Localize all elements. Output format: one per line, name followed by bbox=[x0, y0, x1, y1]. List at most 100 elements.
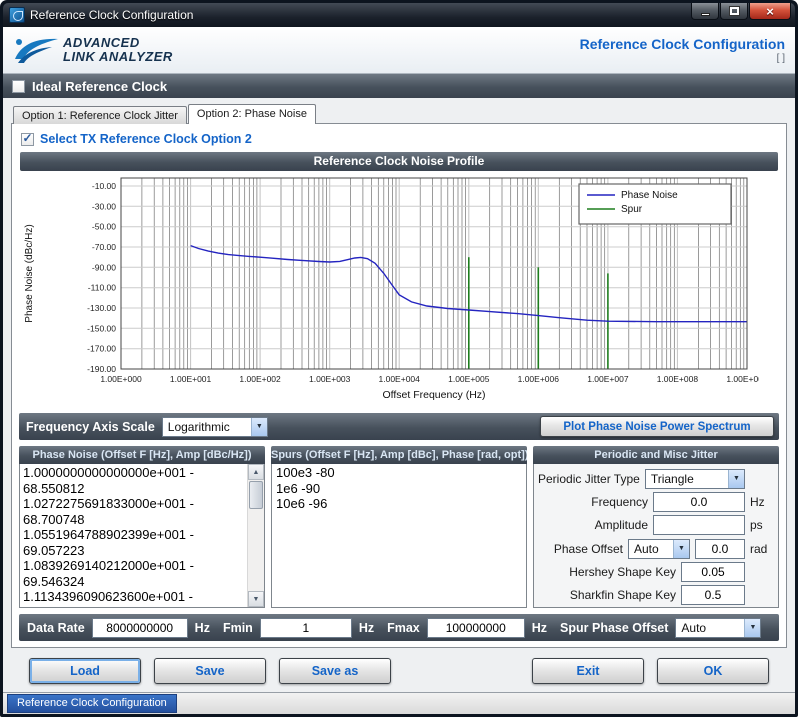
ok-button[interactable]: OK bbox=[657, 658, 769, 684]
main-area: Option 1: Reference Clock JitterOption 2… bbox=[3, 98, 795, 692]
save-as-button[interactable]: Save as bbox=[279, 658, 391, 684]
select-tx-checkbox[interactable] bbox=[21, 133, 34, 146]
load-button[interactable]: Load bbox=[29, 658, 141, 684]
maximize-icon bbox=[730, 7, 739, 15]
svg-text:1.00E+009: 1.00E+009 bbox=[726, 374, 759, 384]
phase-noise-entry[interactable]: 1.0551964788902399e+001 - bbox=[23, 527, 244, 543]
plot-phase-noise-power-spectrum-button[interactable]: Plot Phase Noise Power Spectrum bbox=[540, 416, 774, 437]
phase-noise-entry[interactable]: 68.550812 bbox=[23, 481, 244, 497]
sharkfin-shape-key-row: Sharkfin Shape Key bbox=[538, 585, 774, 606]
tab-option-2[interactable]: Option 2: Phase Noise bbox=[188, 104, 316, 124]
action-buttons-row: Load Save Save as Exit OK bbox=[11, 648, 787, 692]
jitter-frequency-label: Frequency bbox=[538, 495, 648, 509]
svg-text:-150.00: -150.00 bbox=[87, 323, 116, 333]
hershey-shape-key-label: Hershey Shape Key bbox=[538, 565, 676, 579]
data-panels: Phase Noise (Offset F [Hz], Amp [dBc/Hz]… bbox=[19, 446, 779, 608]
status-bar: Reference Clock Configuration bbox=[3, 692, 795, 714]
phase-noise-entry[interactable]: 69.546324 bbox=[23, 574, 244, 590]
jitter-amplitude-row: Amplitude ps bbox=[538, 515, 774, 536]
svg-text:-30.00: -30.00 bbox=[92, 201, 116, 211]
chevron-down-icon: ▼ bbox=[251, 418, 267, 436]
phase-noise-scrollbar[interactable]: ▲ ▼ bbox=[247, 464, 264, 607]
jitter-phase-offset-input[interactable] bbox=[695, 539, 745, 559]
spur-entry[interactable]: 10e6 -96 bbox=[276, 496, 522, 512]
scrollbar-track[interactable] bbox=[248, 480, 264, 591]
svg-text:1.00E+001: 1.00E+001 bbox=[170, 374, 212, 384]
jitter-panel-header: Periodic and Misc Jitter bbox=[533, 446, 779, 464]
rate-settings-bar: Data Rate Hz Fmin Hz Fmax Hz Spur Phase … bbox=[19, 614, 779, 641]
chart-title: Reference Clock Noise Profile bbox=[20, 152, 778, 171]
phase-noise-list[interactable]: 1.0000000000000000e+001 -68.5508121.0272… bbox=[20, 464, 247, 607]
fmin-input[interactable] bbox=[260, 618, 352, 638]
periodic-jitter-type-dropdown[interactable]: Triangle ▼ bbox=[645, 469, 745, 489]
option2-tab-panel: Select TX Reference Clock Option 2 Refer… bbox=[11, 123, 787, 648]
spur-entry[interactable]: 1e6 -90 bbox=[276, 481, 522, 497]
svg-text:Spur: Spur bbox=[621, 204, 643, 215]
sharkfin-shape-key-input[interactable] bbox=[681, 585, 745, 605]
phase-noise-panel-body: 1.0000000000000000e+001 -68.5508121.0272… bbox=[19, 464, 265, 608]
header-right: Reference Clock Configuration [ ] bbox=[580, 36, 785, 64]
frequency-axis-scale-dropdown[interactable]: Logarithmic ▼ bbox=[162, 417, 268, 437]
ideal-reference-clock-checkbox[interactable] bbox=[12, 80, 25, 93]
jitter-type-row: Periodic Jitter Type Triangle ▼ bbox=[538, 468, 774, 489]
svg-text:1.00E+007: 1.00E+007 bbox=[587, 374, 629, 384]
ideal-reference-clock-label: Ideal Reference Clock bbox=[32, 79, 167, 94]
exit-button[interactable]: Exit bbox=[532, 658, 644, 684]
scroll-up-icon[interactable]: ▲ bbox=[248, 464, 264, 480]
brand-line1: ADVANCED bbox=[63, 36, 173, 50]
spur-phase-offset-dropdown[interactable]: Auto ▼ bbox=[675, 618, 761, 638]
phase-noise-entry[interactable]: 69.057223 bbox=[23, 543, 244, 559]
spurs-panel: Spurs (Offset F [Hz], Amp [dBc], Phase [… bbox=[271, 446, 527, 608]
frequency-axis-scale-value: Logarithmic bbox=[163, 418, 251, 436]
jitter-panel-body: Periodic Jitter Type Triangle ▼ Frequenc… bbox=[533, 464, 779, 608]
spurs-list[interactable]: 100e3 -801e6 -9010e6 -96 bbox=[272, 464, 526, 607]
close-icon: × bbox=[766, 5, 774, 18]
fmax-input[interactable] bbox=[427, 618, 525, 638]
svg-text:-170.00: -170.00 bbox=[87, 344, 116, 354]
phase-noise-entry[interactable]: 1.0272275691833000e+001 - bbox=[23, 496, 244, 512]
phase-noise-entry[interactable]: 1.1134396090623600e+001 - bbox=[23, 589, 244, 605]
maximize-button[interactable] bbox=[720, 3, 748, 20]
jitter-phase-offset-mode-dropdown[interactable]: Auto ▼ bbox=[628, 539, 690, 559]
scrollbar-thumb[interactable] bbox=[249, 481, 263, 509]
select-tx-row: Select TX Reference Clock Option 2 bbox=[19, 129, 779, 149]
svg-text:-130.00: -130.00 bbox=[87, 303, 116, 313]
fmin-unit: Hz bbox=[359, 621, 374, 635]
window-title: Reference Clock Configuration bbox=[30, 8, 193, 22]
phase-noise-panel: Phase Noise (Offset F [Hz], Amp [dBc/Hz]… bbox=[19, 446, 265, 608]
brand-line2: LINK ANALYZER bbox=[63, 50, 173, 64]
titlebar[interactable]: Reference Clock Configuration × bbox=[3, 3, 795, 27]
periodic-misc-jitter-panel: Periodic and Misc Jitter Periodic Jitter… bbox=[533, 446, 779, 608]
phase-noise-chart-container: -10.00-30.00-50.00-70.00-90.00-110.00-13… bbox=[19, 172, 779, 412]
minimize-button[interactable] bbox=[691, 3, 719, 20]
select-tx-label: Select TX Reference Clock Option 2 bbox=[40, 132, 252, 146]
jitter-frequency-input[interactable] bbox=[653, 492, 745, 512]
svg-text:-10.00: -10.00 bbox=[92, 181, 116, 191]
hershey-shape-key-input[interactable] bbox=[681, 562, 745, 582]
tab-option-1[interactable]: Option 1: Reference Clock Jitter bbox=[13, 106, 187, 124]
minimize-icon bbox=[701, 13, 710, 16]
tab-strip: Option 1: Reference Clock JitterOption 2… bbox=[11, 103, 787, 123]
brand-text: ADVANCED LINK ANALYZER bbox=[63, 36, 173, 64]
svg-text:1.00E+006: 1.00E+006 bbox=[518, 374, 560, 384]
brand-logo-icon bbox=[13, 35, 59, 65]
jitter-amplitude-input[interactable] bbox=[653, 515, 745, 535]
data-rate-unit: Hz bbox=[195, 621, 210, 635]
spurs-panel-body: 100e3 -801e6 -9010e6 -96 bbox=[271, 464, 527, 608]
close-button[interactable]: × bbox=[749, 3, 791, 20]
save-button[interactable]: Save bbox=[154, 658, 266, 684]
spur-phase-offset-value: Auto bbox=[676, 619, 744, 637]
phase-noise-panel-header: Phase Noise (Offset F [Hz], Amp [dBc/Hz]… bbox=[19, 446, 265, 464]
data-rate-label: Data Rate bbox=[27, 621, 85, 635]
scroll-down-icon[interactable]: ▼ bbox=[248, 591, 264, 607]
spur-entry[interactable]: 100e3 -80 bbox=[276, 465, 522, 481]
phase-noise-entry[interactable]: 1.0000000000000000e+001 - bbox=[23, 465, 244, 481]
svg-text:Offset Frequency (Hz): Offset Frequency (Hz) bbox=[382, 389, 485, 401]
data-rate-input[interactable] bbox=[92, 618, 188, 638]
ideal-reference-clock-bar: Ideal Reference Clock bbox=[3, 74, 795, 98]
phase-noise-entry[interactable]: 68.700748 bbox=[23, 512, 244, 528]
chevron-down-icon: ▼ bbox=[728, 470, 744, 488]
jitter-phase-offset-row: Phase Offset Auto ▼ rad bbox=[538, 538, 774, 559]
phase-noise-entry[interactable]: 1.0839269140212000e+001 - bbox=[23, 558, 244, 574]
brand: ADVANCED LINK ANALYZER bbox=[13, 35, 173, 65]
